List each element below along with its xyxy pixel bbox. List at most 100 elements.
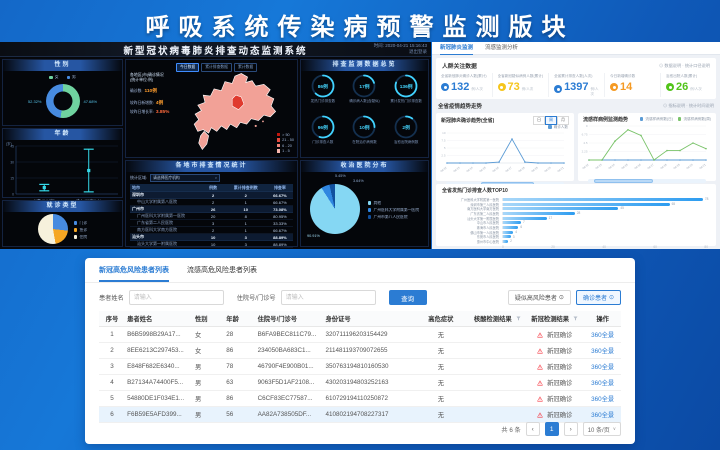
cell: 女: [193, 330, 224, 339]
gauge-label: 治愈出院病例数: [387, 140, 425, 149]
cell: 2: [202, 200, 225, 205]
overview-link[interactable]: ⊙ 数据说明 · 统计口径说明: [659, 63, 710, 69]
bar[interactable]: 7: [503, 221, 521, 224]
flu-trend-zoom-slider[interactable]: [588, 179, 706, 183]
page-size-select[interactable]: 10 条/页∨: [583, 422, 621, 436]
gauge-value: 96例: [302, 124, 344, 131]
panorama-link[interactable]: 360全景: [584, 394, 621, 403]
gender-chart-body: 女男52.32%47.68%: [3, 71, 122, 125]
filter-icon[interactable]: [571, 316, 580, 321]
warning-icon: [537, 380, 543, 386]
table-row[interactable]: 中山大学附属第八医院2166.67%: [130, 199, 293, 206]
patient-tab-0[interactable]: 新冠高危风险患者列表: [99, 265, 169, 282]
table-row[interactable]: 广州医科大学附属第一医院20880.95%: [130, 213, 293, 220]
city-filter-label: 统计区域:: [130, 175, 147, 181]
table-row[interactable]: 广州市261073.08%: [130, 206, 293, 213]
patient-row[interactable]: 6F6B59E5AFD399...男56AA82A738505DF...4108…: [99, 407, 621, 423]
bar[interactable]: 78: [503, 198, 703, 201]
pie-chart-hospital_pie: [310, 184, 360, 234]
map-stat-value: 3.85%: [156, 110, 170, 115]
nav-tab-1[interactable]: 流感监测分析: [485, 42, 518, 54]
cell: B6B5998B29A17...: [125, 331, 193, 338]
bar-value-label: 4: [515, 230, 517, 234]
patient-row[interactable]: 1B6B5998B29A17...女28B6FA9BEC811C79...320…: [99, 327, 621, 343]
table-row[interactable]: 汕头市10388.89%: [130, 234, 293, 241]
table-row[interactable]: 深圳市2266.67%: [130, 192, 293, 199]
patient-row[interactable]: 28EE6213C297453...女86234050BA683C1...211…: [99, 343, 621, 359]
svg-text:04-14: 04-14: [608, 162, 616, 170]
legend-swatch: [49, 76, 53, 80]
legend-swatch: [277, 149, 281, 153]
period-toggle-日[interactable]: 日: [533, 116, 545, 125]
map-legend-item: 1 - 5: [277, 149, 294, 153]
table-row[interactable]: 广东省第二人民医院3133.33%: [130, 220, 293, 227]
bar-track: 6: [502, 226, 708, 229]
svg-text:0: 0: [12, 192, 14, 196]
page-1-button[interactable]: 1: [545, 422, 559, 436]
trend-section-link[interactable]: ⊙ 指标说明 · 统计时间说明: [663, 103, 714, 109]
panorama-link[interactable]: 360全景: [584, 410, 621, 419]
patient-tabs: 新冠高危风险患者列表 流感高危风险患者列表: [85, 258, 635, 283]
period-toggle-月[interactable]: 月: [557, 116, 569, 125]
column-header: 例数: [202, 185, 225, 191]
bar-track: 7: [502, 221, 708, 224]
axis-tick: 60: [653, 245, 657, 249]
search-button[interactable]: 查询: [389, 290, 427, 305]
legend-swatch: [368, 201, 372, 205]
nav-tab-0[interactable]: 新冠肺炎监测: [440, 42, 473, 55]
gauge-value: 86例: [302, 83, 344, 90]
column-header: 住院号/门诊号: [256, 314, 324, 323]
total-count: 共 6 条: [501, 425, 520, 434]
map-stat: 确诊数:110例: [130, 87, 180, 94]
cell: 女: [193, 346, 224, 355]
bar[interactable]: 2: [503, 240, 508, 243]
cell: 56: [224, 411, 255, 418]
logout-button[interactable]: 退出登录: [374, 49, 427, 55]
pagination: 共 6 条 ‹ 1 › 10 条/页∨: [501, 422, 621, 436]
patient-name-input[interactable]: [129, 290, 224, 305]
bar[interactable]: 45: [503, 207, 618, 210]
panorama-link[interactable]: 360全景: [584, 330, 621, 339]
panorama-link[interactable]: 360全景: [584, 346, 621, 355]
next-page-button[interactable]: ›: [564, 422, 578, 436]
map-legend-item: 6 - 20: [277, 144, 294, 148]
cell: F6B59E5AFD399...: [125, 411, 193, 418]
patient-row[interactable]: 554880DE1F034E1...男86C6CF83EC77587...610…: [99, 391, 621, 407]
patient-tab-1[interactable]: 流感高危风险患者列表: [187, 265, 257, 282]
analytics-dashboard: 新冠肺炎监测流感监测分析 人群关注数据 ⊙ 数据说明 · 统计口径说明 全省新冠…: [432, 42, 720, 249]
filter-icon[interactable]: [514, 316, 523, 321]
map-region-peninsula[interactable]: [199, 131, 209, 149]
panorama-link[interactable]: 360全景: [584, 378, 621, 387]
hospital-select[interactable]: 请选择医疗机构 ∨: [150, 174, 220, 182]
stat-unit: 例/人次: [522, 87, 533, 92]
bar[interactable]: 65: [503, 203, 670, 206]
bar[interactable]: 6: [503, 226, 518, 229]
prev-page-button[interactable]: ‹: [526, 422, 540, 436]
svg-text:04-21: 04-21: [699, 162, 707, 170]
map-stat: 较昨日新增数:4例: [130, 99, 180, 106]
gauge: 2例治愈出院病例数: [385, 114, 427, 155]
table-row[interactable]: 汕头大学第一附属医院10388.89%: [130, 241, 293, 248]
bar[interactable]: 4: [503, 231, 513, 234]
period-toggle-周[interactable]: 周: [545, 116, 557, 125]
confirmed-filter-button[interactable]: 确诊患者⊙: [576, 290, 621, 305]
bar[interactable]: 28: [503, 212, 575, 215]
gender-donut-row: 52.32%47.68%: [16, 84, 110, 118]
cell: 10: [225, 207, 267, 212]
panorama-link[interactable]: 360全景: [584, 362, 621, 371]
suspect-filter-button[interactable]: 疑似高风险患者⊙: [508, 290, 571, 305]
patient-row[interactable]: 4B27134A74400F5...男639063F5D1AF2108...43…: [99, 375, 621, 391]
svg-text:04-12: 04-12: [582, 162, 590, 170]
bar[interactable]: 17: [503, 217, 547, 220]
visit-no-input[interactable]: [281, 290, 376, 305]
legend-label: > 50: [282, 133, 290, 137]
visit-type-panel: 就诊类型 门诊急诊住院: [2, 200, 123, 247]
gauge-label: 确诊病人数(含疑似): [345, 99, 383, 108]
legend-label: 21 - 50: [282, 138, 294, 142]
patient-row[interactable]: 3E848F682E6340...男7846790F4E900B01...350…: [99, 359, 621, 375]
bar[interactable]: 3: [503, 235, 511, 238]
cell: 广东省第二人民医院: [130, 220, 202, 226]
city-filter-row: 统计区域: 请选择医疗机构 ∨: [126, 172, 297, 184]
cell: 211481193709072655: [323, 347, 412, 354]
table-row[interactable]: 南方医科大学南方医院2166.67%: [130, 227, 293, 234]
